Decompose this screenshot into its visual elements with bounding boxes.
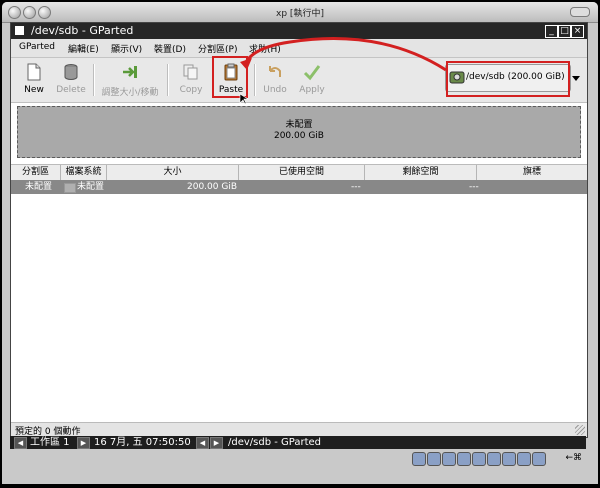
apply-label: Apply <box>299 85 325 95</box>
column-header-filesystem[interactable]: 檔案系統 <box>61 165 107 180</box>
vm-titlebar: xp [執行中] <box>2 2 598 23</box>
minimize-button[interactable]: _ <box>545 25 558 38</box>
cdrom-status-icon[interactable] <box>427 452 441 466</box>
shared-folders-icon[interactable] <box>487 452 501 466</box>
network-status-icon[interactable] <box>457 452 471 466</box>
delete-button[interactable]: Delete <box>53 60 89 100</box>
statusbar: 預定的 0 個動作 <box>11 422 587 437</box>
column-header-used[interactable]: 已使用空間 <box>239 165 365 180</box>
toolbar-separator <box>167 64 169 96</box>
delete-icon <box>64 64 78 80</box>
taskbar: ◀ 工作區 1 ▶ 16 7月, 五 07:50:50 ◀ ▶ /dev/sdb… <box>10 436 586 449</box>
task-prev-icon[interactable]: ◀ <box>196 437 209 449</box>
copy-label: Copy <box>179 85 203 95</box>
gparted-titlebar: /dev/sdb - GParted _ □ × <box>11 23 587 39</box>
resize-move-button[interactable]: 調整大小/移動 <box>97 60 163 100</box>
workspace-label[interactable]: 工作區 1 <box>30 436 70 449</box>
resize-move-icon <box>123 66 137 78</box>
menu-edit[interactable]: 編輯(E) <box>68 42 99 55</box>
new-document-icon <box>27 63 41 81</box>
undo-label: Undo <box>263 85 287 95</box>
workspace-next-icon[interactable]: ▶ <box>77 437 90 449</box>
partition-table-header: 分割區 檔案系統 大小 已使用空間 剩餘空間 旗標 <box>11 164 587 181</box>
table-row[interactable]: 未配置 未配置 200.00 GiB --- --- <box>11 180 587 194</box>
menu-help[interactable]: 求助(H) <box>249 42 281 55</box>
vm-window-title: xp [執行中] <box>276 9 324 19</box>
column-header-unused[interactable]: 剩餘空間 <box>365 165 477 180</box>
maximize-button[interactable]: □ <box>558 25 571 38</box>
new-button[interactable]: New <box>16 60 52 100</box>
harddisk-status-icon[interactable] <box>412 452 426 466</box>
column-header-partition[interactable]: 分割區 <box>11 165 61 180</box>
delete-label: Delete <box>56 85 86 95</box>
toolbar-toggle-button[interactable] <box>570 7 590 17</box>
disk-block-label: 未配置 200.00 GiB <box>18 120 580 142</box>
cell-unused: --- <box>469 182 479 192</box>
close-button[interactable]: × <box>571 25 584 38</box>
menubar: GParted 編輯(E) 顯示(V) 裝置(D) 分割區(P) 求助(H) <box>11 39 587 58</box>
clock: 16 7月, 五 07:50:50 <box>94 437 191 448</box>
undo-button[interactable]: Undo <box>259 60 291 100</box>
apply-button[interactable]: Apply <box>295 60 329 100</box>
disk-block-type: 未配置 <box>285 120 313 130</box>
disk-map-area: 未配置 200.00 GiB <box>11 103 587 163</box>
unallocated-partition-block[interactable]: 未配置 200.00 GiB <box>17 106 581 158</box>
window-title: /dev/sdb - GParted <box>31 24 134 37</box>
usb-status-icon[interactable] <box>472 452 486 466</box>
cell-used: --- <box>351 182 361 192</box>
vm-statusbar: ←⌘ <box>2 449 598 469</box>
workspace-prev-icon[interactable]: ◀ <box>14 437 27 449</box>
window-menu-icon[interactable] <box>15 26 24 35</box>
cell-filesystem: 未配置 <box>77 182 105 192</box>
filesystem-color-swatch <box>64 183 76 193</box>
new-label: New <box>24 85 44 95</box>
menu-device[interactable]: 裝置(D) <box>154 42 186 55</box>
resize-move-label: 調整大小/移動 <box>101 88 159 98</box>
capture-status-icon[interactable] <box>532 452 546 466</box>
device-highlight-box <box>446 61 570 97</box>
apply-check-icon <box>303 65 321 81</box>
taskbar-task[interactable]: /dev/sdb - GParted <box>228 436 321 449</box>
task-next-icon[interactable]: ▶ <box>210 437 223 449</box>
chevron-down-icon[interactable] <box>572 76 580 81</box>
copy-button[interactable]: Copy <box>174 60 208 100</box>
column-header-size[interactable]: 大小 <box>107 165 239 180</box>
disk-block-size: 200.00 GiB <box>273 131 324 141</box>
toolbar-separator <box>254 64 256 96</box>
resize-grip-icon[interactable] <box>575 425 585 435</box>
copy-icon <box>183 64 198 80</box>
mouse-integration-icon[interactable] <box>517 452 531 466</box>
display-status-icon[interactable] <box>502 452 516 466</box>
menu-gparted[interactable]: GParted <box>19 42 55 52</box>
cell-size: 200.00 GiB <box>187 182 238 192</box>
menu-view[interactable]: 顯示(V) <box>111 42 142 55</box>
toolbar-separator <box>93 64 95 96</box>
host-key-label: ←⌘ <box>565 453 582 463</box>
menu-partition[interactable]: 分割區(P) <box>198 42 237 55</box>
paste-highlight-box <box>212 56 248 98</box>
cell-partition: 未配置 <box>25 182 53 192</box>
column-header-flags[interactable]: 旗標 <box>477 165 587 180</box>
undo-icon <box>269 66 281 77</box>
floppy-status-icon[interactable] <box>442 452 456 466</box>
